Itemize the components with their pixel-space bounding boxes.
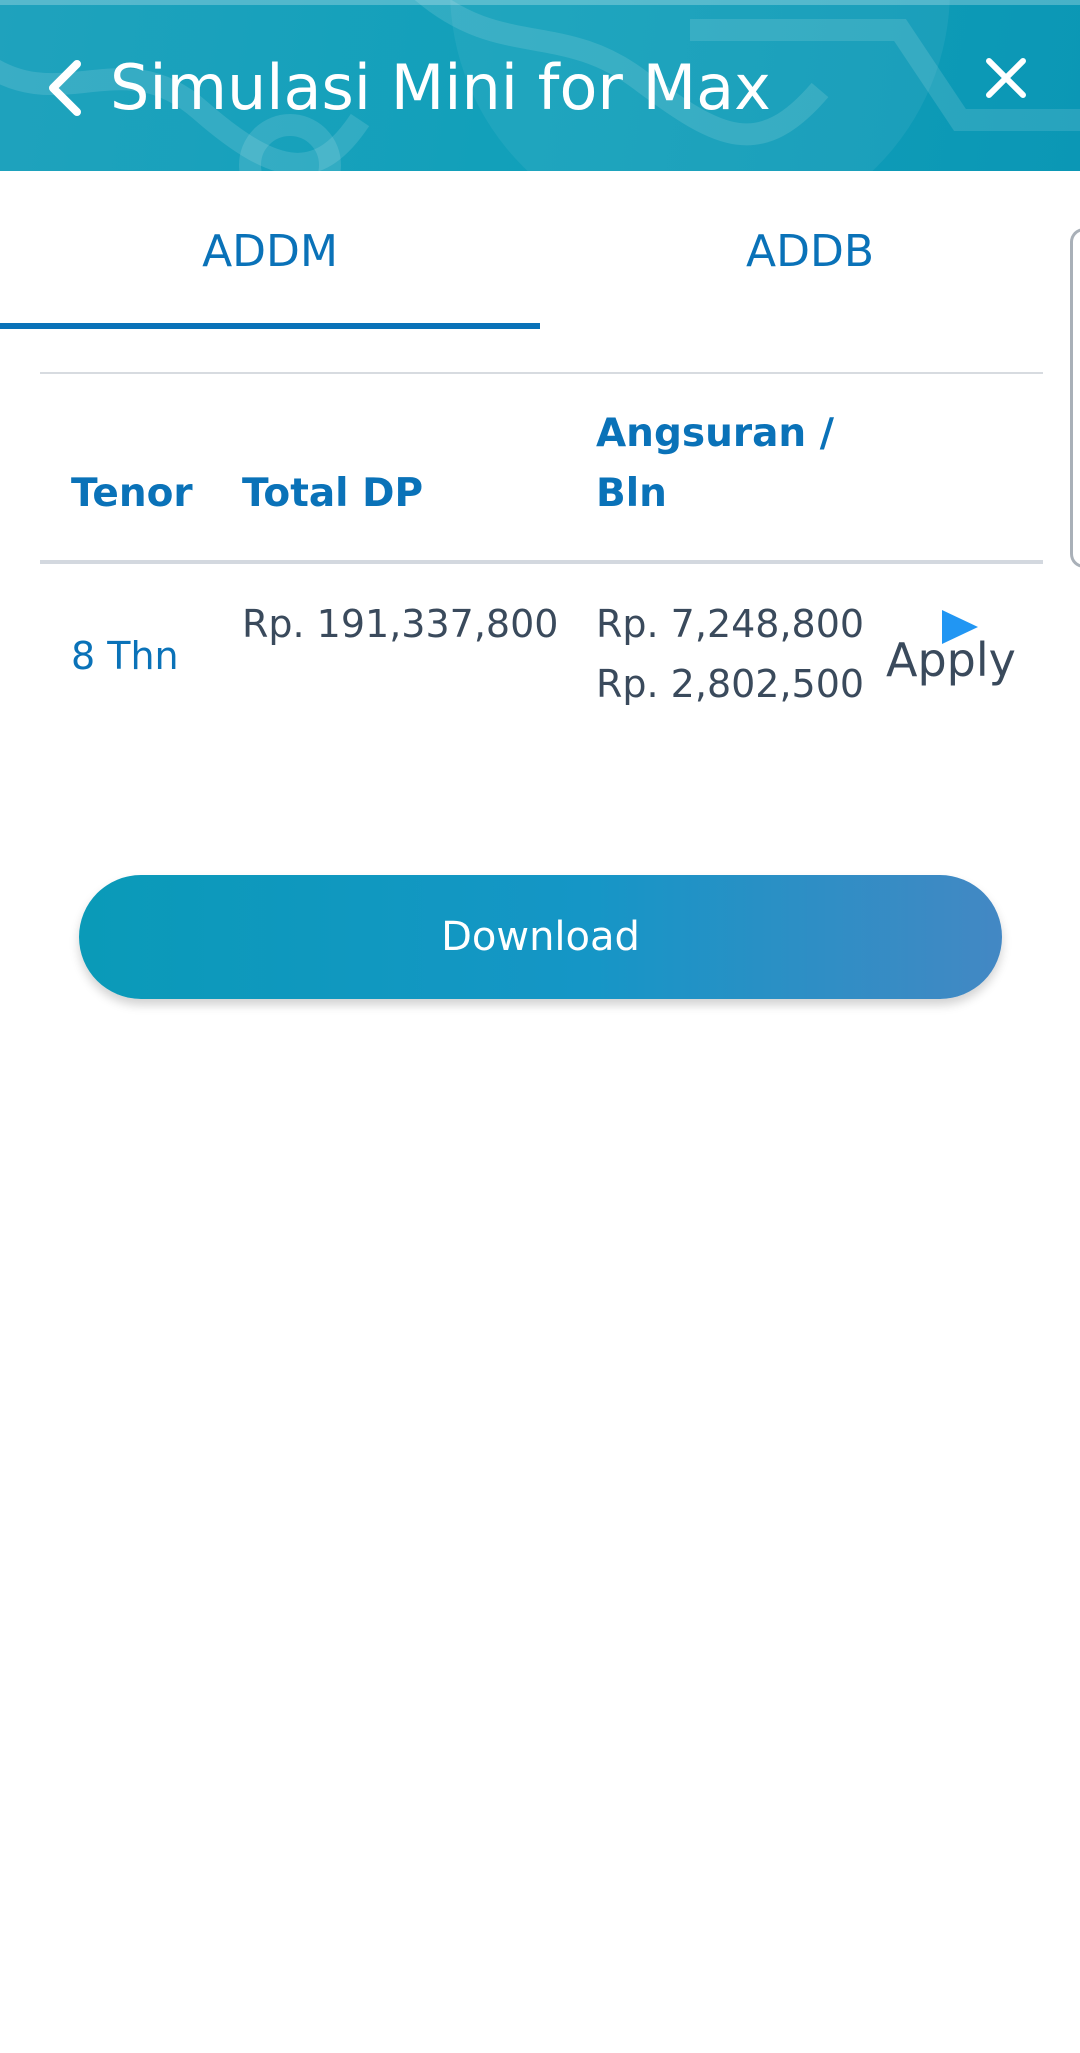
header-tenor: Tenor	[71, 471, 193, 516]
chevron-left-icon	[49, 60, 81, 116]
cell-tenor: 8 Thn	[71, 634, 179, 678]
download-button[interactable]: Download	[79, 875, 1002, 999]
side-handle	[1070, 228, 1080, 568]
header-angsuran: Angsuran / Bln	[596, 411, 834, 516]
cell-angsuran-1: Rp. 7,248,800	[596, 602, 865, 646]
cell-angsuran-2: Rp. 2,802,500	[596, 662, 865, 706]
tab-addm[interactable]: ADDM	[0, 171, 540, 331]
apply-button[interactable]: Apply	[886, 608, 1016, 698]
header-total-dp: Total DP	[242, 471, 424, 516]
active-tab-indicator	[0, 323, 540, 329]
cell-total-dp: Rp. 191,337,800	[242, 602, 559, 646]
tab-bar: ADDM ADDB	[0, 171, 1080, 331]
app-header: Simulasi Mini for Max	[0, 0, 1080, 171]
close-button[interactable]	[978, 50, 1034, 106]
close-icon	[986, 58, 1026, 98]
apply-label: Apply	[886, 633, 1016, 687]
tab-addb[interactable]: ADDB	[540, 171, 1080, 331]
page-title: Simulasi Mini for Max	[110, 51, 771, 124]
table-divider-top	[40, 372, 1043, 374]
table-divider-header	[40, 560, 1043, 564]
back-button[interactable]	[40, 52, 90, 124]
